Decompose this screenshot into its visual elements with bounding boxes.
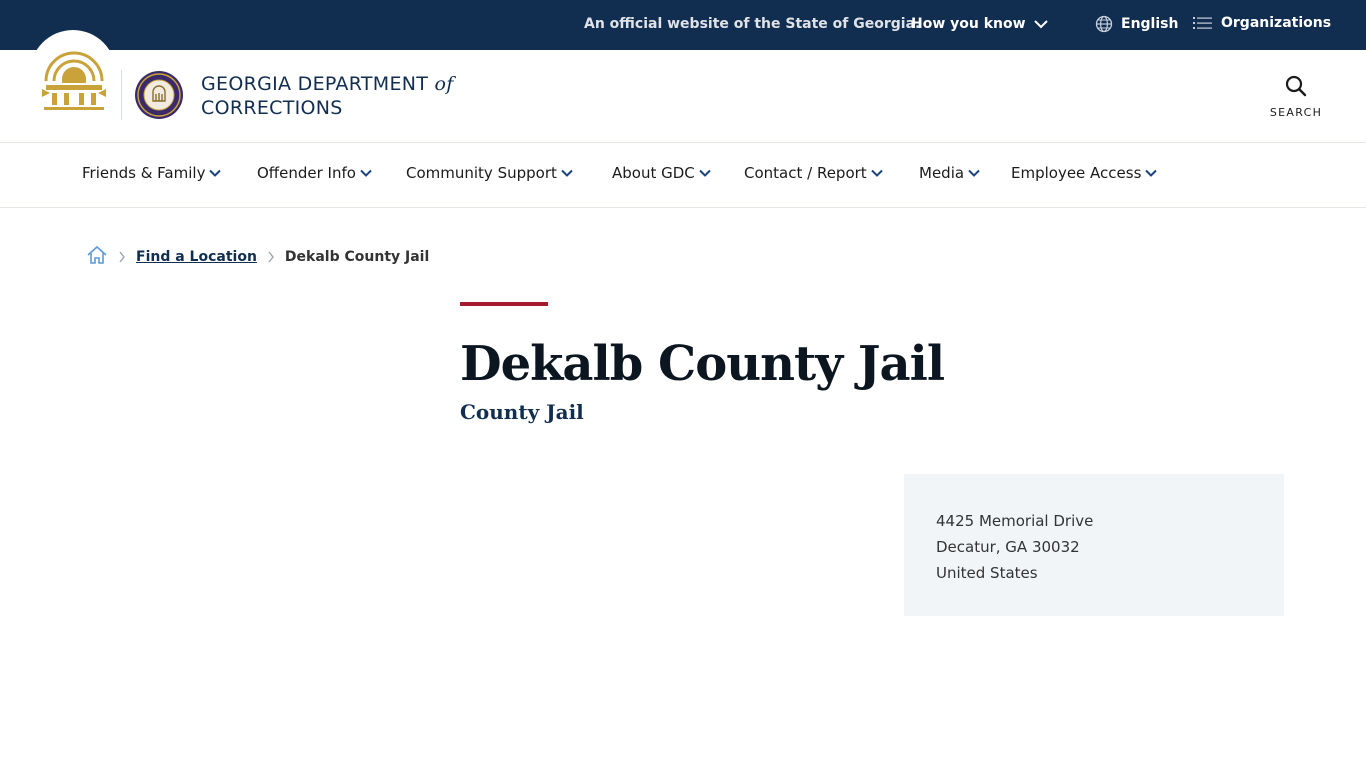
nav-item-offender-info[interactable]: Offender Info: [257, 164, 372, 182]
breadcrumb-home-link[interactable]: [86, 244, 108, 270]
logo-divider: [121, 70, 122, 120]
agency-name[interactable]: GEORGIA DEPARTMENT of CORRECTIONS: [201, 72, 454, 120]
agency-name-line1: GEORGIA DEPARTMENT: [201, 73, 429, 95]
search-label: SEARCH: [1269, 106, 1323, 119]
nav-item-label: Employee Access: [1011, 164, 1142, 182]
organizations-button[interactable]: Organizations: [1193, 15, 1331, 31]
nav-item-media[interactable]: Media: [919, 164, 980, 182]
address-city-state-zip: Decatur, GA 30032: [936, 538, 1080, 556]
address-card: 4425 Memorial Drive Decatur, GA 30032 Un…: [904, 474, 1284, 616]
nav-item-label: Friends & Family: [82, 164, 206, 182]
gdc-seal-logo[interactable]: [134, 70, 184, 124]
language-label: English: [1121, 16, 1179, 32]
breadcrumb: Find a Location Dekalb County Jail: [86, 244, 429, 270]
organizations-label: Organizations: [1221, 15, 1332, 31]
chevron-down-icon: [1033, 20, 1048, 29]
nav-item-label: Media: [919, 164, 965, 182]
official-banner: An official website of the State of Geor…: [0, 0, 1366, 50]
chevron-down-icon: [360, 169, 372, 177]
how-you-know-button[interactable]: How you know: [911, 16, 1048, 32]
chevron-down-icon: [1145, 169, 1158, 177]
nav-item-label: Offender Info: [257, 164, 356, 182]
chevron-down-icon: [209, 169, 222, 177]
chevron-right-icon: [268, 251, 274, 263]
page-title: Dekalb County Jail: [460, 336, 945, 392]
nav-item-contact-report[interactable]: Contact / Report: [744, 164, 883, 182]
agency-name-of: of: [434, 73, 454, 95]
chevron-right-icon: [119, 251, 125, 263]
search-button[interactable]: SEARCH: [1262, 74, 1330, 119]
nav-item-friends-family[interactable]: Friends & Family: [82, 164, 222, 182]
title-accent-rule: [460, 302, 548, 306]
nav-item-label: Community Support: [406, 164, 557, 182]
address-street: 4425 Memorial Drive: [936, 512, 1094, 530]
nav-item-about-gdc[interactable]: About GDC: [612, 164, 711, 182]
site-header: GEORGIA DEPARTMENT of CORRECTIONS SEARCH: [0, 30, 1366, 143]
breadcrumb-current: Dekalb County Jail: [284, 249, 430, 265]
home-icon: [87, 245, 107, 264]
list-icon: [1193, 17, 1212, 29]
main-navigation: Friends & Family Offender Info Community…: [0, 143, 1366, 208]
nav-item-employee-access[interactable]: Employee Access: [1011, 164, 1158, 182]
chevron-down-icon: [699, 169, 711, 177]
chevron-down-icon: [968, 169, 980, 177]
chevron-down-icon: [870, 169, 883, 177]
chevron-down-icon: [561, 169, 573, 177]
official-site-text: An official website of the State of Geor…: [584, 16, 921, 32]
how-you-know-label: How you know: [911, 16, 1026, 32]
globe-icon: [1095, 15, 1113, 33]
page-subtitle: County Jail: [460, 400, 584, 424]
agency-name-line2: CORRECTIONS: [201, 97, 343, 119]
nav-item-label: Contact / Report: [744, 164, 867, 182]
address-country: United States: [936, 564, 1038, 582]
georgia-arch-logo[interactable]: [40, 41, 108, 119]
nav-item-community-support[interactable]: Community Support: [406, 164, 573, 182]
breadcrumb-find-location-link[interactable]: Find a Location: [136, 249, 257, 265]
nav-item-label: About GDC: [612, 164, 695, 182]
search-icon: [1285, 75, 1307, 97]
language-selector[interactable]: English: [1095, 15, 1178, 33]
